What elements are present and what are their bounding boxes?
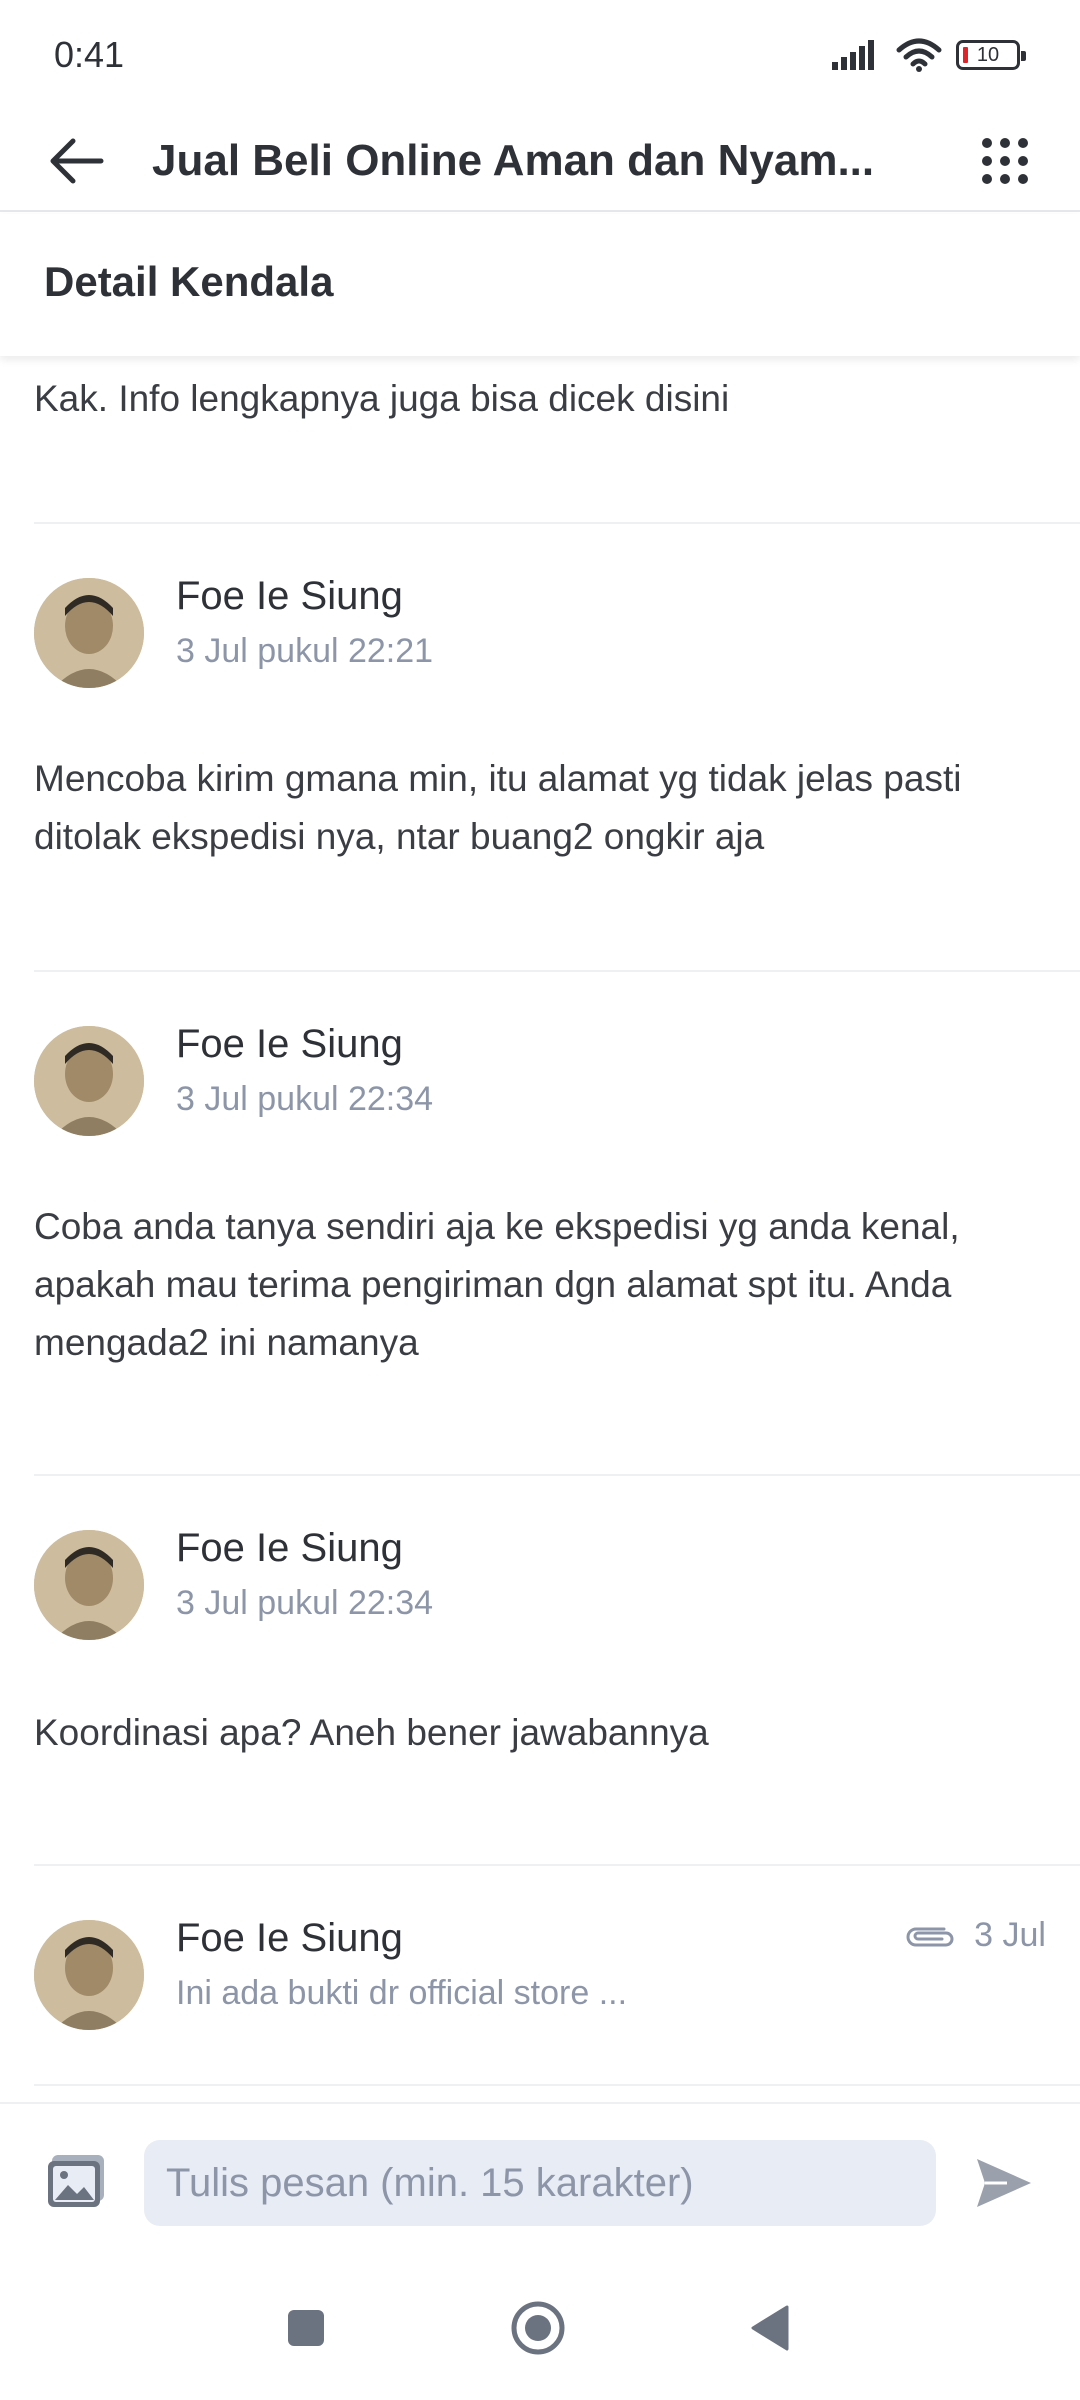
avatar[interactable] xyxy=(34,578,144,688)
divider xyxy=(34,1474,1080,1476)
partial-message-text: Kak. Info lengkapnya juga bisa dicek dis… xyxy=(34,378,730,419)
send-button[interactable] xyxy=(964,2148,1044,2218)
message-text: Coba anda tanya sendiri aja ke ekspedisi… xyxy=(34,1206,960,1363)
image-icon xyxy=(48,2155,104,2207)
avatar[interactable] xyxy=(34,1530,144,1640)
message-time: 3 Jul pukul 22:21 xyxy=(176,632,434,670)
message-author: Foe Ie Siung xyxy=(176,1916,403,1960)
message-input[interactable] xyxy=(144,2140,936,2226)
attach-image-button[interactable] xyxy=(44,2150,108,2214)
section-title: Detail Kendala xyxy=(44,258,334,305)
send-icon xyxy=(977,2159,1031,2207)
divider xyxy=(34,2084,1080,2086)
square-icon xyxy=(288,2310,324,2346)
avatar[interactable] xyxy=(34,1026,144,1136)
message-time: 3 Jul pukul 22:34 xyxy=(176,1584,434,1622)
divider xyxy=(34,522,1080,524)
arrow-left-icon xyxy=(50,138,104,184)
divider xyxy=(34,970,1080,972)
back-button[interactable] xyxy=(36,126,116,196)
status-time: 0:41 xyxy=(54,34,125,75)
message-author: Foe Ie Siung xyxy=(176,1022,403,1066)
home-circle-icon xyxy=(511,2301,565,2355)
message-text: Koordinasi apa? Aneh bener jawabannya xyxy=(34,1712,709,1753)
battery-level: 10 xyxy=(976,43,1000,66)
status-bar: 0:41 10 xyxy=(0,0,1080,110)
system-nav-bar xyxy=(0,2258,1080,2400)
message-preview[interactable]: Ini ada bukti dr official store ... xyxy=(176,1974,627,2013)
home-button[interactable] xyxy=(498,2288,578,2368)
avatar[interactable] xyxy=(34,1920,144,2030)
message-meta: 3 Jul xyxy=(904,1916,1046,1955)
message-author: Foe Ie Siung xyxy=(176,574,403,618)
message-list[interactable]: Kak. Info lengkapnya juga bisa dicek dis… xyxy=(0,356,1080,2102)
recents-button[interactable] xyxy=(266,2288,346,2368)
menu-button[interactable] xyxy=(970,126,1040,196)
message-text: Mencoba kirim gmana min, itu alamat yg t… xyxy=(34,758,962,857)
paperclip-icon xyxy=(906,1927,954,1946)
wifi-icon xyxy=(896,38,942,72)
message-time: 3 Jul pukul 22:34 xyxy=(176,1080,434,1118)
divider xyxy=(34,1864,1080,1866)
section-header: Detail Kendala xyxy=(0,214,1080,356)
back-nav-button[interactable] xyxy=(730,2288,810,2368)
battery-icon: 10 xyxy=(956,40,1026,70)
message-composer xyxy=(0,2102,1080,2258)
status-icons: 10 xyxy=(832,38,1026,72)
grid-dots-icon xyxy=(982,138,1028,184)
message-date: 3 Jul xyxy=(974,1916,1046,1954)
page-title: Jual Beli Online Aman dan Nyam... xyxy=(152,136,875,185)
triangle-back-icon xyxy=(751,2305,789,2351)
signal-icon xyxy=(832,40,874,70)
app-bar: Jual Beli Online Aman dan Nyam... xyxy=(0,110,1080,212)
message-author: Foe Ie Siung xyxy=(176,1526,403,1570)
